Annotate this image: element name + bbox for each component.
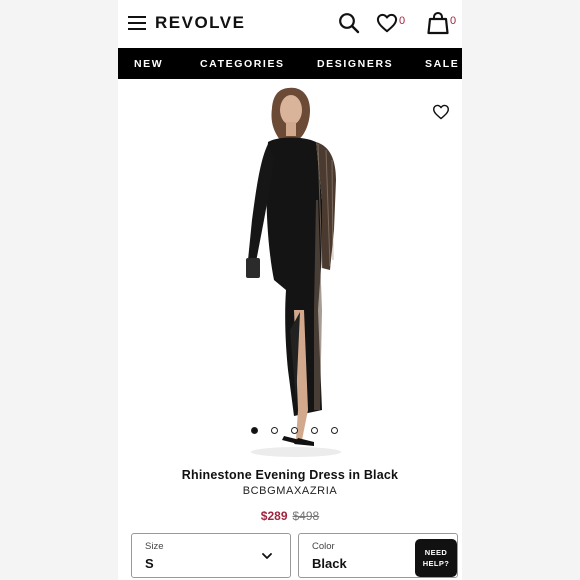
menu-icon[interactable] — [128, 16, 146, 30]
nav-item-sale[interactable]: SALE — [425, 58, 459, 70]
nav-item-new[interactable]: NEW — [134, 58, 163, 70]
favorites-count: 0 — [399, 15, 406, 27]
price-row: $289 $498 — [118, 509, 462, 523]
search-icon[interactable] — [338, 12, 360, 34]
main-nav: NEW CATEGORIES DESIGNERS SALE — [118, 48, 462, 79]
size-label: Size — [145, 541, 164, 552]
favorites-button[interactable]: 0 — [376, 13, 406, 35]
original-price: $498 — [292, 509, 320, 523]
need-help-button[interactable]: NEED HELP? — [415, 539, 457, 577]
size-select[interactable]: Size S — [131, 533, 291, 578]
carousel-dot[interactable] — [331, 427, 338, 434]
product-photo — [246, 87, 341, 457]
nav-item-designers[interactable]: DESIGNERS — [317, 58, 393, 70]
need-help-line2: HELP? — [422, 559, 450, 568]
carousel-dot[interactable] — [311, 427, 318, 434]
carousel-dot[interactable] — [251, 427, 258, 434]
product-brand[interactable]: BCBGMAXAZRIA — [118, 485, 462, 497]
color-label: Color — [312, 541, 335, 552]
heart-icon — [376, 13, 398, 33]
product-image-carousel[interactable] — [118, 80, 462, 460]
size-value: S — [145, 556, 154, 571]
phone-screen: REVOLVE 0 0 NEW CATEGORIES DESIGNERS SAL… — [118, 0, 462, 580]
product-title: Rhinestone Evening Dress in Black — [181, 468, 399, 482]
site-logo[interactable]: REVOLVE — [155, 13, 245, 33]
chevron-down-icon — [262, 553, 272, 559]
shopping-bag-icon — [427, 11, 449, 35]
nav-item-categories[interactable]: CATEGORIES — [200, 58, 285, 70]
top-header: REVOLVE 0 0 — [118, 0, 462, 48]
wishlist-heart-icon[interactable] — [432, 104, 450, 120]
carousel-dot[interactable] — [291, 427, 298, 434]
carousel-dots — [251, 427, 341, 435]
color-value: Black — [312, 556, 347, 571]
carousel-dot[interactable] — [271, 427, 278, 434]
sale-price: $289 — [260, 509, 288, 523]
need-help-line1: NEED — [424, 548, 448, 557]
shopping-bag-button[interactable]: 0 — [427, 11, 459, 35]
bag-count: 0 — [450, 15, 457, 27]
